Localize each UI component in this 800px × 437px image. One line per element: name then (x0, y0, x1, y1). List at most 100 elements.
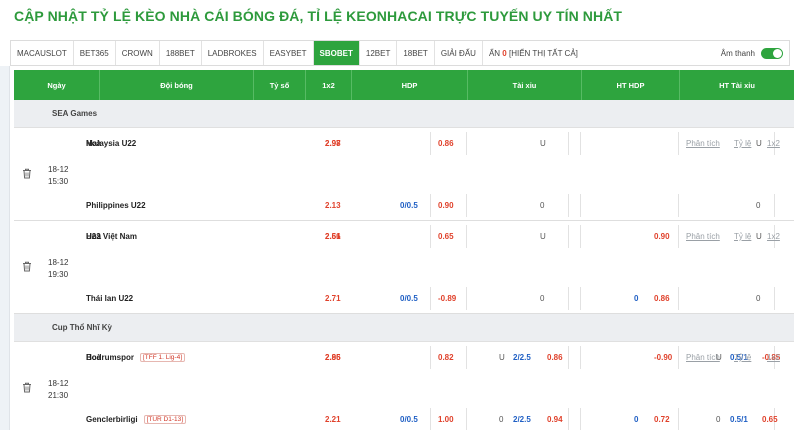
odd-1x2[interactable]: 2.71 (325, 283, 341, 314)
divider (678, 287, 679, 310)
divider (774, 287, 775, 310)
ht-hdp-odd[interactable]: 0.86 (654, 283, 670, 314)
match-date: 18-12 (48, 165, 69, 174)
divider (466, 408, 467, 431)
divider (430, 408, 431, 431)
ou-label: 0 (540, 201, 545, 210)
trash-icon[interactable] (22, 168, 32, 179)
match-block: 18-12 19:30 Thái lan U22 2.71 0/0.5 -0.89 0 0 0.… (14, 221, 794, 314)
page-bottom (0, 430, 800, 437)
ht-ou-label: 0 (756, 201, 761, 210)
analysis-link[interactable]: Phân tích (686, 221, 720, 252)
odds-link[interactable]: Tỷ lệ (734, 221, 751, 252)
league-header: SEA Games (14, 100, 794, 128)
hdp-line: 0/0.5 (400, 201, 418, 210)
header-hdp: HDP (352, 70, 468, 100)
x12-link[interactable]: 1x2 (767, 128, 780, 159)
analysis-link[interactable]: Phân tích (686, 342, 720, 373)
sound-control: Âm thanh (720, 47, 789, 59)
table-row: Philippines U22 2.13 0/0.5 0.90 0 0 (14, 190, 794, 221)
divider (580, 408, 581, 431)
hdp-odd[interactable]: -0.89 (438, 283, 456, 314)
table-row: Hoà 2.96 Phân tích Tỷ lệ 1x2 (14, 342, 794, 373)
table-body: SEA Games 18-12 15:30 Philippines U22 2.13 0/… (14, 100, 794, 435)
tab-easybet[interactable]: EASYBET (264, 41, 314, 65)
divider (466, 194, 467, 217)
team-name: Hoà (86, 353, 102, 362)
team-cell: Hoà (86, 342, 101, 373)
table-row: Thái lan U22 2.71 0/0.5 -0.89 0 0 0.86 0 (14, 283, 794, 314)
team-name: Philippines U22 (86, 201, 146, 210)
analysis-link[interactable]: Phân tích (686, 128, 720, 159)
divider (466, 287, 467, 310)
header-score: Tỷ số (254, 70, 306, 100)
match-date: 18-12 (48, 258, 69, 267)
ht-hdp-line: 0 (634, 294, 639, 303)
match-block: 18-12 21:30 Genclerbirligi [TUR D1-13] 2.21 0… (14, 342, 794, 435)
sound-label: Âm thanh (720, 48, 755, 58)
team-name: Hoà (86, 232, 102, 241)
hide-count: 0 (502, 48, 507, 58)
divider (580, 194, 581, 217)
match-datetime: 18-12 15:30 (48, 164, 68, 188)
tab-bet365[interactable]: BET365 (74, 41, 116, 65)
match-block: 18-12 15:30 Philippines U22 2.13 0/0.5 0.90 0 0… (14, 128, 794, 221)
match-datetime: 18-12 19:30 (48, 257, 68, 281)
team-cell: Thái lan U22 (86, 283, 133, 314)
odds-link[interactable]: Tỷ lệ (734, 128, 751, 159)
team-name: Hoà (86, 139, 102, 148)
tab-sbobet[interactable]: SBOBET (313, 41, 360, 65)
tab-18bet[interactable]: 18BET (397, 41, 435, 65)
tab-macauslot[interactable]: MACAUSLOT (11, 41, 74, 65)
odd-1x2[interactable]: 2.66 (325, 221, 341, 252)
show-all-link[interactable]: [HIỂN THỊ TẤT CẢ] (509, 49, 578, 58)
divider (568, 194, 569, 217)
odd-1x2[interactable]: 2.96 (325, 342, 341, 373)
odd-1x2[interactable]: 2.98 (325, 128, 341, 159)
table-row: Hoà 2.98 Phân tích Tỷ lệ 1x2 (14, 128, 794, 159)
tab-12bet[interactable]: 12BET (360, 41, 398, 65)
match-time: 19:30 (48, 270, 69, 279)
tab-crown[interactable]: CROWN (116, 41, 160, 65)
team-cell: Hoà (86, 128, 101, 159)
bookmaker-tabs: MACAUSLOT BET365 CROWN 188BET LADBROKES … (10, 40, 790, 66)
team-cell: Hoà (86, 221, 101, 252)
league-rank-tag: [TUR D1-13] (143, 415, 187, 424)
x12-link[interactable]: 1x2 (767, 221, 780, 252)
match-datetime: 18-12 21:30 (48, 378, 68, 402)
header-1x2: 1x2 (306, 70, 352, 100)
hdp-odd[interactable]: 0.90 (438, 190, 454, 221)
match-time: 21:30 (48, 391, 69, 400)
odd-1x2[interactable]: 2.13 (325, 190, 341, 221)
match-date: 18-12 (48, 379, 69, 388)
trash-icon[interactable] (22, 261, 32, 272)
team-name: Genclerbirligi (86, 415, 138, 424)
sound-toggle[interactable] (761, 47, 783, 59)
header-date: Ngày (14, 70, 100, 100)
hdp-line: 0/0.5 (400, 294, 418, 303)
trash-icon[interactable] (22, 382, 32, 393)
divider (774, 194, 775, 217)
ou-label: 0 (540, 294, 545, 303)
odds-table: Ngày Đội bóng Tỷ số 1x2 HDP Tài xỉu HT H… (14, 70, 794, 435)
divider (430, 194, 431, 217)
header-ht-hdp: HT HDP (582, 70, 680, 100)
header-team: Đội bóng (100, 70, 254, 100)
tab-ladbrokes[interactable]: LADBROKES (202, 41, 264, 65)
divider (568, 408, 569, 431)
divider (430, 287, 431, 310)
divider (678, 194, 679, 217)
divider (568, 287, 569, 310)
league-header: Cup Thổ Nhĩ Kỳ (14, 314, 794, 342)
odds-link[interactable]: Tỷ lệ (734, 342, 751, 373)
x12-link[interactable]: 1x2 (767, 342, 780, 373)
ht-ou-label: 0 (756, 294, 761, 303)
tab-188bet[interactable]: 188BET (160, 41, 202, 65)
hide-label: ẨN (488, 48, 501, 58)
left-strip (0, 66, 10, 437)
hide-filter: ẨN 0 [HIỂN THỊ TẤT CẢ] (483, 49, 584, 58)
tab-giai-dau[interactable]: GIẢI ĐẤU (435, 41, 483, 65)
table-row: Hoà 2.66 Phân tích Tỷ lệ 1x2 (14, 221, 794, 252)
team-name: Thái lan U22 (86, 294, 134, 303)
match-time: 15:30 (48, 177, 69, 186)
